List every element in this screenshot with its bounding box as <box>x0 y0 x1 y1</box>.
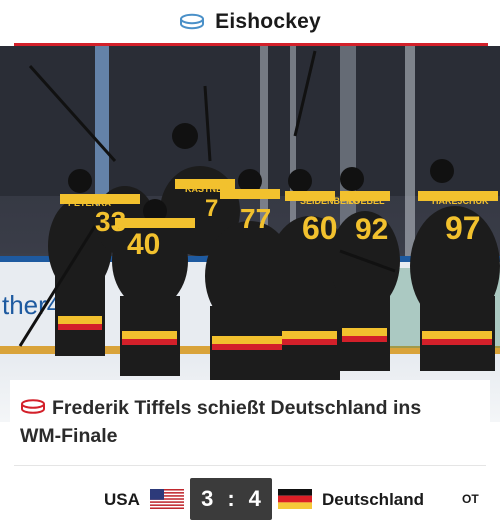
jersey-number: 7 <box>205 195 218 222</box>
hero-photo[interactable]: ther4 40 60 92 97 77 33 7 EHL SEIDENBERG… <box>0 46 500 422</box>
jersey-name: ABAUCH <box>228 188 267 198</box>
home-team-name: USA <box>104 490 140 509</box>
section-header: Eishockey <box>0 0 500 44</box>
away-team-name: Deutschland <box>322 490 425 509</box>
hockey-puck-icon <box>21 399 45 414</box>
jersey-number: 33 <box>95 206 126 237</box>
divider <box>14 465 486 466</box>
jersey-name: EHL <box>140 218 159 228</box>
jersey-name: PETERKA <box>68 198 112 208</box>
jersey-name: LOEBEL <box>348 196 385 206</box>
usa-flag-icon <box>150 489 184 509</box>
headline-text: Frederik Tiffels schießt Deutschland ins… <box>20 397 422 447</box>
home-score: 3 <box>201 486 214 511</box>
jersey-number: 97 <box>445 210 481 246</box>
jersey-name: KASTNER <box>185 184 229 194</box>
overtime-badge: OT <box>462 492 479 506</box>
scoreboard: 3 : 4 <box>190 478 272 520</box>
jersey-name: HAREJCHUK <box>432 196 489 206</box>
jersey-number: 60 <box>302 210 338 246</box>
article-card[interactable]: Frederik Tiffels schießt Deutschland ins… <box>10 380 490 460</box>
section-title[interactable]: Eishockey <box>215 10 321 34</box>
hockey-puck-icon <box>180 13 205 30</box>
away-score: 4 <box>248 486 261 511</box>
jersey-number: 40 <box>127 228 160 261</box>
germany-flag-icon <box>278 489 312 509</box>
article-headline[interactable]: Frederik Tiffels schießt Deutschland ins… <box>20 394 460 450</box>
match-score-row[interactable]: USA 3 : 4 Deutschland OT <box>0 474 500 526</box>
score-separator: : <box>227 486 235 511</box>
jersey-number: 77 <box>240 203 271 234</box>
jersey-number: 92 <box>355 213 388 246</box>
